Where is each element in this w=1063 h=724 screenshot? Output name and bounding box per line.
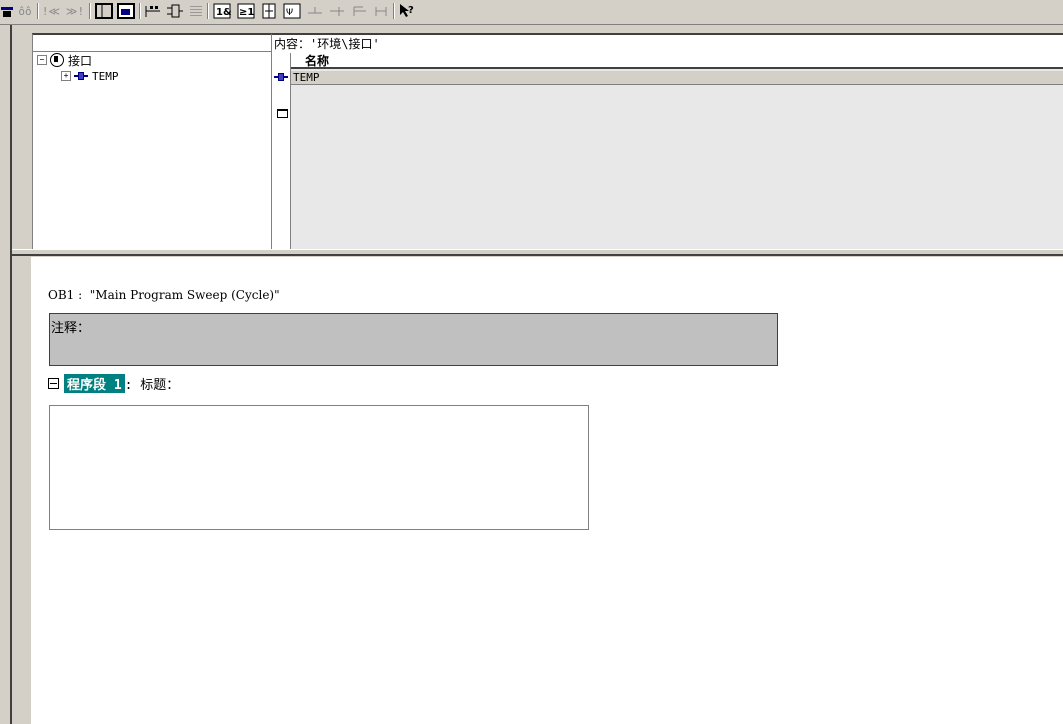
coil-icon[interactable]: Ψ <box>282 2 302 20</box>
collapse-network-icon[interactable] <box>48 378 59 389</box>
or-icon[interactable]: ≥1 <box>236 2 256 20</box>
tree-item-interface[interactable]: − 接口 <box>37 53 93 68</box>
expand-icon[interactable]: + <box>61 71 71 81</box>
editor-area: − 接口 + TEMP 内容：'环境\接口' 名称 TEMP OB1 : "Ma… <box>12 25 1063 724</box>
tree-header <box>33 35 271 52</box>
network-code-box[interactable] <box>49 405 589 530</box>
row-name-cell: TEMP <box>293 71 320 84</box>
toolbar-separator <box>393 3 395 19</box>
prev-icon[interactable]: !≪ <box>40 2 62 20</box>
comment-label: 注释： <box>51 321 91 336</box>
network-label[interactable]: 程序段 1 <box>64 374 125 393</box>
tree-item-label: 接口 <box>68 53 93 68</box>
toolbar-separator <box>139 3 141 19</box>
line-icon[interactable] <box>306 2 324 20</box>
pane-splitter[interactable] <box>12 249 1063 256</box>
interface-detail-pane: 内容：'环境\接口' 名称 TEMP <box>272 33 1063 249</box>
network-header[interactable]: 程序段 1 : 标题： <box>48 374 179 393</box>
toolbar-separator <box>207 3 209 19</box>
and-icon[interactable]: 1& <box>212 2 232 20</box>
overview-icon[interactable] <box>116 2 136 20</box>
branch-icon[interactable] <box>260 2 278 20</box>
tree-item-temp[interactable]: + TEMP <box>61 69 119 83</box>
next-icon[interactable]: ≫! <box>64 2 86 20</box>
open-branch-icon[interactable] <box>328 2 346 20</box>
left-dock-strip <box>0 25 9 724</box>
window-icon[interactable] <box>94 2 114 20</box>
block-comment-field[interactable]: 注释： <box>49 313 778 366</box>
code-editor[interactable]: OB1 : "Main Program Sweep (Cycle)" 注释： 程… <box>31 257 1063 724</box>
fbd-icon[interactable] <box>166 2 184 20</box>
new-row-icon[interactable] <box>277 109 288 118</box>
help-icon[interactable]: ? <box>398 2 416 20</box>
block-title: OB1 : "Main Program Sweep (Cycle)" <box>48 288 280 302</box>
network-icon[interactable] <box>0 2 14 20</box>
network-title[interactable]: : 标题： <box>125 374 180 393</box>
coil-line-icon[interactable] <box>372 2 390 20</box>
temp-icon <box>274 73 288 81</box>
detail-title: 内容：'环境\接口' <box>272 35 1063 53</box>
close-branch-icon[interactable] <box>350 2 368 20</box>
ladder-icon[interactable] <box>144 2 162 20</box>
toolbar: ôô !≪ ≫! 1& ≥1 Ψ ? <box>0 0 1063 25</box>
svg-text:Ψ: Ψ <box>286 8 293 18</box>
temp-icon <box>74 72 88 80</box>
interface-tree-pane: − 接口 + TEMP <box>32 33 272 250</box>
svg-text:≥1: ≥1 <box>239 7 254 18</box>
svg-text:?: ? <box>408 5 414 16</box>
toolbar-separator <box>37 3 39 19</box>
svg-text:1&: 1& <box>216 7 231 18</box>
oo-icon[interactable]: ôô <box>16 2 34 20</box>
collapse-icon[interactable]: − <box>37 55 47 65</box>
table-row[interactable]: TEMP <box>291 71 1063 85</box>
stl-icon[interactable] <box>188 2 204 20</box>
tree-item-label: TEMP <box>92 69 119 83</box>
toolbar-separator <box>89 3 91 19</box>
interface-icon <box>50 53 64 67</box>
column-header-name[interactable]: 名称 <box>291 53 1063 69</box>
row-header-column <box>272 53 291 249</box>
